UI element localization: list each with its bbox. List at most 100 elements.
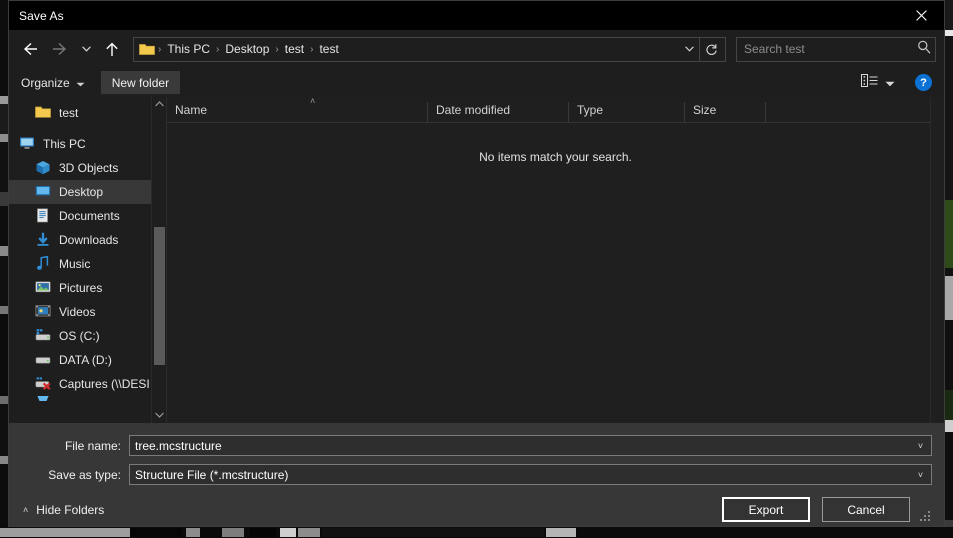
sidebar-item-videos[interactable]: Videos — [9, 300, 151, 324]
breadcrumb-this-pc[interactable]: This PC — [162, 40, 215, 58]
sidebar-scrollbar[interactable] — [151, 97, 166, 423]
navigation-pane: test This PC 3D Objects Desktop Document… — [9, 97, 166, 423]
help-label: ? — [920, 76, 927, 89]
column-label: Size — [693, 102, 717, 117]
export-label: Export — [748, 502, 784, 517]
sidebar-item-downloads[interactable]: Downloads — [9, 228, 151, 252]
sidebar-item-label: Pictures — [59, 281, 103, 295]
sidebar-item-documents[interactable]: Documents — [9, 204, 151, 228]
folder-icon — [35, 105, 51, 121]
save-as-type-row: Save as type: Structure File (*.mcstruct… — [9, 464, 944, 485]
save-as-type-chevron-down-icon[interactable]: ˅ — [912, 470, 929, 480]
sidebar-item-partial[interactable] — [9, 396, 151, 404]
navigation-bar: › This PC › Desktop › test › test — [9, 30, 944, 68]
arrow-up-icon[interactable] — [97, 35, 127, 63]
breadcrumb-test-2[interactable]: test — [314, 40, 343, 58]
save-as-type-combobox[interactable]: Structure File (*.mcstructure) ˅ — [129, 464, 932, 485]
view-options-icon — [861, 73, 878, 92]
network-drive-icon — [35, 376, 51, 392]
action-row: ˄ Hide Folders Export Cancel — [9, 493, 944, 526]
file-name-label: File name: — [64, 438, 121, 453]
column-header-date-modified[interactable]: Date modified — [427, 102, 568, 122]
cancel-button[interactable]: Cancel — [822, 497, 910, 522]
refresh-icon[interactable] — [699, 37, 723, 61]
hard-drive-icon — [35, 352, 51, 368]
organize-label: Organize — [21, 75, 70, 90]
video-icon — [35, 304, 51, 320]
search-icon[interactable] — [917, 40, 931, 59]
sidebar-item-label: Captures (\\DESI — [59, 377, 150, 391]
new-folder-button[interactable]: New folder — [100, 71, 181, 94]
cube-icon — [35, 160, 51, 176]
save-as-type-label: Save as type: — [48, 467, 121, 482]
column-headers: Name Date modified Type Size ˄ — [167, 96, 944, 123]
arrow-left-icon[interactable] — [15, 35, 45, 63]
picture-icon — [35, 280, 51, 296]
dialog-body: test This PC 3D Objects Desktop Document… — [9, 96, 944, 423]
navigation-tree: test This PC 3D Objects Desktop Document… — [9, 97, 151, 423]
recent-locations-chevron-down-icon[interactable] — [75, 35, 97, 63]
sidebar-item-label: OS (C:) — [59, 329, 100, 343]
sidebar-item-captures[interactable]: Captures (\\DESI — [9, 372, 151, 396]
file-list-scrollbar[interactable] — [930, 97, 944, 423]
scrollbar-track[interactable] — [153, 109, 165, 411]
sidebar-item-label: 3D Objects — [59, 161, 119, 175]
sidebar-item-desktop[interactable]: Desktop — [9, 180, 151, 204]
sidebar-item-test[interactable]: test — [9, 101, 151, 125]
sidebar-item-label: Downloads — [59, 233, 119, 247]
search-input[interactable] — [744, 42, 917, 56]
column-label: Name — [175, 102, 208, 117]
sidebar-item-data-d[interactable]: DATA (D:) — [9, 348, 151, 372]
save-as-dialog: Save As › This PC › Desktop › test › tes… — [8, 0, 945, 527]
file-list-pane: Name Date modified Type Size ˄ No items … — [166, 96, 944, 423]
column-header-name[interactable]: Name — [167, 102, 427, 122]
sidebar-item-os-c[interactable]: OS (C:) — [9, 324, 151, 348]
column-header-type[interactable]: Type — [568, 102, 684, 122]
cancel-label: Cancel — [847, 502, 885, 517]
view-options-button[interactable] — [857, 71, 899, 95]
arrow-right-icon — [45, 35, 75, 63]
column-label: Type — [577, 102, 604, 117]
breadcrumb-test-1[interactable]: test — [280, 40, 309, 58]
scrollbar-thumb[interactable] — [153, 227, 165, 365]
search-box[interactable] — [736, 36, 936, 62]
organize-button[interactable]: Organize — [19, 72, 93, 94]
empty-list-message: No items match your search. — [167, 123, 944, 423]
save-as-type-value: Structure File (*.mcstructure) — [135, 467, 289, 482]
command-bar: Organize New folder ? — [9, 68, 944, 97]
column-label: Date modified — [436, 102, 511, 117]
file-name-row: File name: ˅ — [9, 435, 944, 456]
close-icon[interactable] — [898, 1, 944, 30]
sidebar-item-label: Music — [59, 257, 91, 271]
file-name-chevron-down-icon[interactable]: ˅ — [912, 441, 929, 451]
export-button[interactable]: Export — [722, 497, 810, 522]
background-taskbar-strip — [0, 527, 953, 538]
sidebar-item-label: Desktop — [59, 185, 104, 199]
folder-icon — [139, 42, 155, 56]
sidebar-item-3d-objects[interactable]: 3D Objects — [9, 156, 151, 180]
help-button[interactable]: ? — [915, 74, 932, 91]
chevron-up-icon: ˄ — [23, 504, 29, 515]
address-chevron-down-icon[interactable] — [679, 38, 699, 61]
breadcrumb-desktop[interactable]: Desktop — [220, 40, 274, 58]
hard-drive-icon — [35, 328, 51, 344]
file-name-combobox[interactable]: ˅ — [129, 435, 932, 456]
sidebar-item-label: Videos — [59, 305, 96, 319]
column-header-size[interactable]: Size — [684, 102, 766, 122]
hide-folders-button[interactable]: ˄ Hide Folders — [23, 503, 104, 517]
address-bar[interactable]: › This PC › Desktop › test › test — [133, 36, 726, 62]
chevron-down-icon[interactable] — [154, 411, 164, 420]
background-right-strip — [945, 0, 953, 538]
resize-grip[interactable] — [920, 511, 932, 523]
title-bar[interactable]: Save As — [9, 1, 944, 30]
network-icon — [35, 396, 51, 404]
music-note-icon — [35, 255, 51, 272]
chevron-down-icon — [76, 76, 85, 90]
sidebar-item-music[interactable]: Music — [9, 252, 151, 276]
download-icon — [35, 232, 51, 248]
hide-folders-label: Hide Folders — [36, 502, 105, 517]
chevron-up-icon[interactable] — [154, 100, 164, 109]
sidebar-item-pictures[interactable]: Pictures — [9, 276, 151, 300]
file-name-input[interactable] — [135, 438, 912, 453]
sidebar-item-this-pc[interactable]: This PC — [9, 132, 151, 156]
